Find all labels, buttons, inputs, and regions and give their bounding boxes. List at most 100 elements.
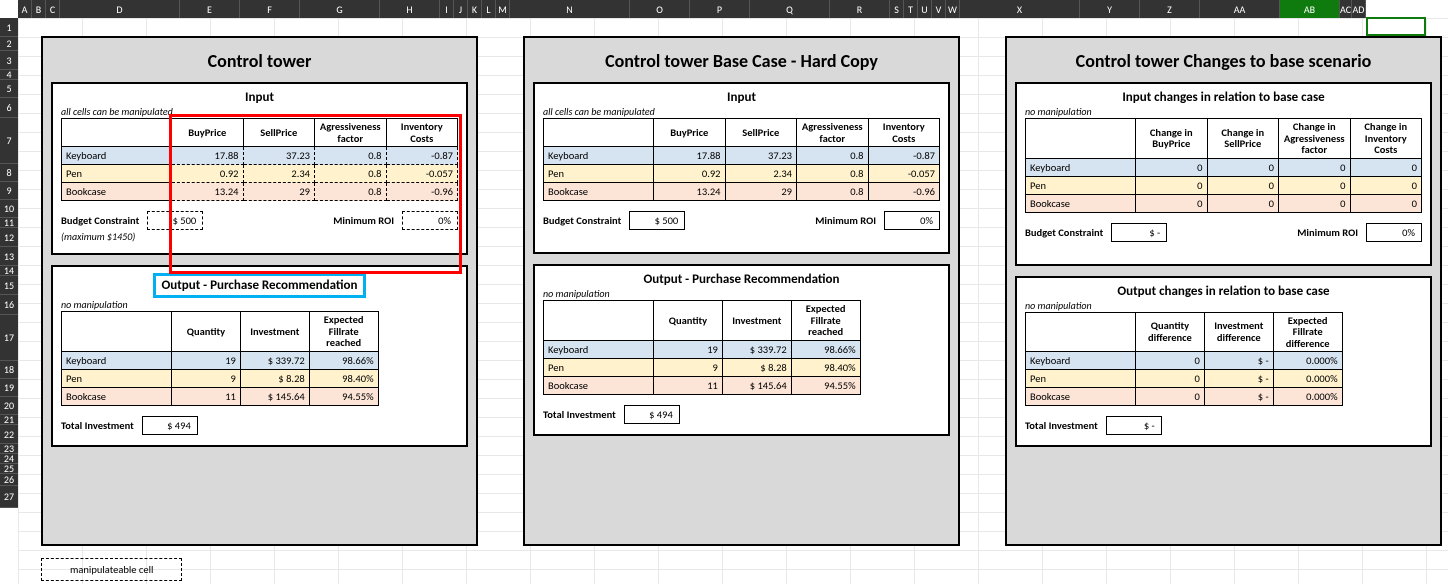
- panel-base-case: Control tower Base Case - Hard Copy Inpu…: [523, 36, 960, 546]
- input-box: Input all cells can be manipulated BuyPr…: [51, 82, 468, 255]
- minroi-cell[interactable]: 0%: [402, 211, 458, 230]
- column-header[interactable]: T: [904, 0, 918, 18]
- input-cell[interactable]: 17.88: [172, 147, 244, 165]
- column-headers: ABCDEFGHIJKLMNOPQRSTUVWXYZAAABACAD: [18, 0, 1366, 18]
- table-row: Pen0.922.340.8-0.057: [544, 165, 940, 183]
- output-hint: no manipulation: [543, 287, 940, 300]
- col-header: Quantity: [172, 312, 241, 352]
- column-header[interactable]: R: [830, 0, 890, 18]
- row-header[interactable]: 16: [0, 295, 18, 315]
- row-header[interactable]: 21: [0, 415, 18, 425]
- output-table: Quantity Investment Expected Fillrate re…: [61, 311, 379, 406]
- column-header[interactable]: M: [496, 0, 510, 18]
- output-box: Output changes in relation to base case …: [1015, 276, 1432, 448]
- input-cell[interactable]: 0.8: [315, 183, 387, 201]
- column-header[interactable]: C: [46, 0, 60, 18]
- column-header[interactable]: AD: [1352, 0, 1366, 18]
- col-header: Expected Fillrate reached: [309, 312, 378, 352]
- input-title: Input: [543, 90, 940, 105]
- column-header[interactable]: AA: [1200, 0, 1280, 18]
- column-header[interactable]: B: [32, 0, 46, 18]
- column-header[interactable]: I: [440, 0, 454, 18]
- input-cell[interactable]: -0.87: [386, 147, 458, 165]
- column-header[interactable]: Z: [1140, 0, 1200, 18]
- table-row: Pen9$ 8.2898.40%: [544, 358, 861, 376]
- output-hint: no manipulation: [1025, 299, 1422, 312]
- input-cell[interactable]: -0.96: [386, 183, 458, 201]
- total-label: Total Investment: [61, 419, 134, 432]
- column-header[interactable]: F: [240, 0, 300, 18]
- table-row: Keyboard0000: [1026, 158, 1422, 176]
- row-header[interactable]: 2: [0, 37, 18, 51]
- table-row: Pen0$ -0.000%: [1026, 370, 1343, 388]
- column-header[interactable]: U: [918, 0, 932, 18]
- column-header[interactable]: AC: [1340, 0, 1352, 18]
- column-header[interactable]: H: [380, 0, 440, 18]
- input-cell[interactable]: 0.8: [315, 147, 387, 165]
- budget-cell[interactable]: $ 500: [147, 211, 203, 230]
- row-header[interactable]: 4: [0, 70, 18, 80]
- row-header[interactable]: 19: [0, 379, 18, 397]
- column-header[interactable]: N: [510, 0, 630, 18]
- row-header[interactable]: 12: [0, 228, 18, 247]
- row-header[interactable]: 6: [0, 98, 18, 118]
- row-header[interactable]: 26: [0, 474, 18, 486]
- column-header[interactable]: AB: [1280, 0, 1340, 18]
- column-header[interactable]: J: [454, 0, 468, 18]
- column-header[interactable]: Y: [1080, 0, 1140, 18]
- input-cell[interactable]: 0.8: [315, 165, 387, 183]
- column-header[interactable]: L: [482, 0, 496, 18]
- table-row: Bookcase0$ -0.000%: [1026, 388, 1343, 406]
- column-header[interactable]: V: [932, 0, 946, 18]
- input-table: BuyPriceSellPriceAgressiveness factorInv…: [543, 118, 940, 201]
- output-table: Quantity differenceInvestment difference…: [1025, 312, 1343, 407]
- row-header[interactable]: 14: [0, 266, 18, 276]
- row-header[interactable]: 1: [0, 18, 18, 37]
- input-box: Input changes in relation to base case n…: [1015, 82, 1432, 266]
- worksheet-area[interactable]: Control tower Input all cells can be man…: [18, 18, 1448, 584]
- table-row: Bookcase0000: [1026, 194, 1422, 212]
- col-header: Investment: [240, 312, 309, 352]
- row-header[interactable]: 15: [0, 276, 18, 295]
- row-header[interactable]: 27: [0, 486, 18, 508]
- input-cell[interactable]: 0.92: [172, 165, 244, 183]
- input-cell[interactable]: 2.34: [243, 165, 315, 183]
- total-cell: $ 494: [142, 416, 198, 435]
- row-header[interactable]: 7: [0, 118, 18, 164]
- input-table: Change in BuyPriceChange in SellPriceCha…: [1025, 118, 1422, 213]
- input-hint: all cells can be manipulated: [61, 105, 458, 118]
- row-header[interactable]: 17: [0, 315, 18, 361]
- row-header[interactable]: 5: [0, 80, 18, 98]
- output-hint: no manipulation: [61, 298, 458, 311]
- row-headers: 1234567891011121314151617181920212223242…: [0, 18, 18, 508]
- column-header[interactable]: D: [60, 0, 180, 18]
- output-title: Output - Purchase Recommendation: [543, 272, 940, 287]
- column-header[interactable]: Q: [750, 0, 830, 18]
- row-header[interactable]: 9: [0, 182, 18, 200]
- column-header[interactable]: X: [960, 0, 1080, 18]
- input-cell[interactable]: -0.057: [386, 165, 458, 183]
- input-cell[interactable]: 29: [243, 183, 315, 201]
- table-row: Keyboard19$ 339.7298.66%: [62, 351, 379, 369]
- row-header[interactable]: 8: [0, 164, 18, 182]
- column-header[interactable]: P: [690, 0, 750, 18]
- column-header[interactable]: S: [890, 0, 904, 18]
- output-box: Output - Purchase Recommendation no mani…: [51, 265, 468, 447]
- column-header[interactable]: K: [468, 0, 482, 18]
- column-header[interactable]: W: [946, 0, 960, 18]
- minroi-label: Minimum ROI: [333, 214, 394, 227]
- col-header: Agressiveness factor: [315, 119, 387, 147]
- table-row: Pen9$ 8.2898.40%: [62, 369, 379, 387]
- table-row: Pen0000: [1026, 176, 1422, 194]
- col-header: BuyPrice: [172, 119, 244, 147]
- output-table: QuantityInvestmentExpected Fillrate reac…: [543, 300, 861, 395]
- row-header[interactable]: 18: [0, 361, 18, 379]
- column-header[interactable]: A: [18, 0, 32, 18]
- input-cell[interactable]: 13.24: [172, 183, 244, 201]
- selected-cell-indicator: [1366, 17, 1426, 36]
- row-header[interactable]: 11: [0, 218, 18, 228]
- column-header[interactable]: G: [300, 0, 380, 18]
- input-cell[interactable]: 37.23: [243, 147, 315, 165]
- column-header[interactable]: E: [180, 0, 240, 18]
- column-header[interactable]: O: [630, 0, 690, 18]
